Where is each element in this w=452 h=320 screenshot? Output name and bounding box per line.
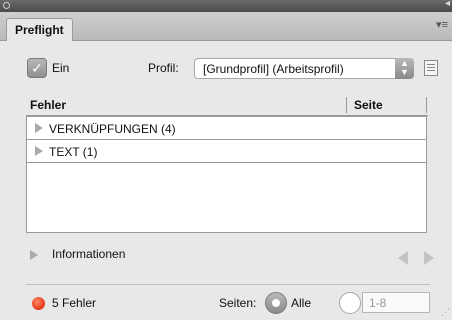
- column-divider[interactable]: [426, 97, 427, 113]
- error-list-header: Fehler Seite: [26, 95, 428, 116]
- tab-strip: Preflight ▾≡: [0, 12, 452, 41]
- column-divider[interactable]: [346, 97, 347, 113]
- window-titlebar: ◂: [0, 0, 452, 12]
- expand-triangle-icon[interactable]: [35, 123, 43, 133]
- profil-label: Profil:: [148, 61, 179, 75]
- define-profiles-icon[interactable]: [424, 60, 438, 76]
- expand-triangle-icon[interactable]: [35, 146, 43, 156]
- alle-label: Alle: [291, 296, 312, 310]
- profil-value: [Grundprofil] (Arbeitsprofil): [203, 62, 344, 76]
- seiten-label: Seiten:: [219, 296, 257, 310]
- close-icon[interactable]: [3, 2, 10, 9]
- resize-grip-icon[interactable]: ⋰: [441, 307, 450, 318]
- info-label[interactable]: Informationen: [52, 247, 125, 261]
- ein-label: Ein: [52, 61, 70, 75]
- list-item-label: VERKNÜPFUNGEN (4): [49, 122, 176, 136]
- error-list: VERKNÜPFUNGEN (4) TEXT (1): [26, 116, 427, 233]
- list-item-label: TEXT (1): [49, 145, 98, 159]
- next-error-icon[interactable]: [424, 251, 434, 265]
- profil-select[interactable]: [Grundprofil] (Arbeitsprofil) ▲ ▼: [194, 58, 414, 79]
- previous-error-icon[interactable]: [398, 251, 408, 265]
- panel-menu-icon[interactable]: ▾≡: [436, 18, 448, 31]
- column-header-fehler[interactable]: Fehler: [30, 98, 66, 112]
- page-range-input[interactable]: 1-8: [362, 292, 430, 313]
- divider: [26, 284, 430, 285]
- ein-checkbox[interactable]: ✓: [27, 58, 47, 78]
- tab-preflight[interactable]: Preflight: [6, 18, 73, 41]
- list-item[interactable]: VERKNÜPFUNGEN (4): [27, 117, 426, 140]
- error-status-icon: [32, 297, 45, 310]
- info-expand-triangle-icon[interactable]: [30, 250, 38, 260]
- column-header-seite[interactable]: Seite: [354, 98, 383, 112]
- collapse-icon[interactable]: ◂: [445, 0, 450, 9]
- radio-page-range[interactable]: [339, 292, 361, 314]
- radio-alle[interactable]: [265, 292, 287, 314]
- select-stepper-icon[interactable]: ▲ ▼: [395, 58, 414, 79]
- checkmark-icon: ✓: [31, 60, 43, 76]
- error-count: 5 Fehler: [52, 296, 97, 310]
- list-item[interactable]: TEXT (1): [27, 140, 426, 163]
